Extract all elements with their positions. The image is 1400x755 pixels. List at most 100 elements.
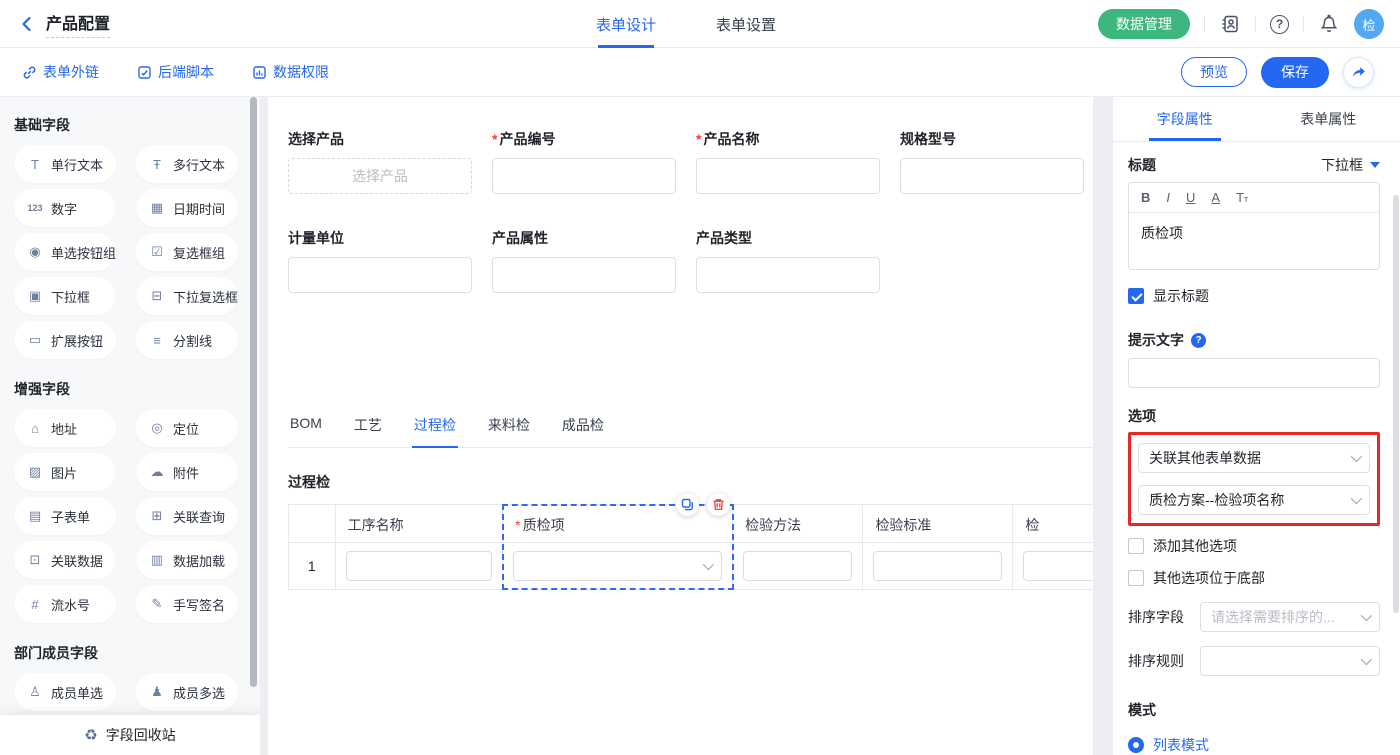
field-spec-model[interactable]: 规格型号: [900, 129, 1084, 194]
sidebar-item-address[interactable]: ⌂地址: [14, 409, 116, 447]
column-inspect-method[interactable]: 检验方法: [733, 505, 863, 589]
product-name-input[interactable]: [696, 158, 880, 194]
inspect-standard-input[interactable]: [873, 551, 1002, 581]
add-other-option-checkbox[interactable]: 添加其他选项: [1128, 536, 1380, 556]
sidebar-item-radio-group[interactable]: ◉单选按钮组: [14, 233, 116, 271]
tab-process-inspection[interactable]: 过程检: [412, 415, 458, 447]
spec-model-input[interactable]: [900, 158, 1084, 194]
italic-button[interactable]: I: [1166, 190, 1170, 205]
sidebar-item-data-load[interactable]: ▥数据加载: [136, 541, 238, 579]
tab-form-settings[interactable]: 表单设置: [716, 0, 776, 48]
tab-form-design[interactable]: 表单设计: [596, 0, 656, 48]
sidebar-item-linked-data[interactable]: ⊡关联数据: [14, 541, 116, 579]
data-permission-link[interactable]: 数据权限: [252, 62, 329, 82]
field-product-code[interactable]: 产品编号: [492, 129, 676, 194]
font-size-button[interactable]: T: [1236, 190, 1248, 205]
chevron-left-icon: [18, 15, 36, 33]
radio-selected-icon[interactable]: [1128, 737, 1144, 753]
divider: [1303, 16, 1304, 32]
process-name-input[interactable]: [346, 551, 493, 581]
user-avatar[interactable]: 检: [1354, 9, 1384, 39]
option-field-select[interactable]: 质检方案--检验项名称: [1138, 485, 1370, 515]
field-product-attr[interactable]: 产品属性: [492, 228, 676, 293]
tab-finished-inspection[interactable]: 成品检: [560, 415, 606, 447]
clipped-input[interactable]: [1023, 551, 1093, 581]
field-product-name[interactable]: 产品名称: [696, 129, 880, 194]
sidebar-item-member-single[interactable]: ♙成员单选: [14, 673, 116, 711]
sidebar-item-datetime[interactable]: ▦日期时间: [136, 189, 238, 227]
field-type-select[interactable]: 下拉框: [1321, 155, 1380, 175]
tab-bom[interactable]: BOM: [288, 415, 324, 447]
sidebar-item-member-multi[interactable]: ♟成员多选: [136, 673, 238, 711]
help-icon[interactable]: ?: [1270, 15, 1289, 34]
show-title-checkbox[interactable]: 显示标题: [1128, 286, 1380, 306]
back-button[interactable]: [18, 15, 36, 33]
column-quality-item-selected[interactable]: 质检项: [503, 505, 733, 589]
field-select-product[interactable]: 选择产品 选择产品: [288, 129, 472, 194]
page-title[interactable]: 产品配置: [46, 10, 110, 38]
product-attr-input[interactable]: [492, 257, 676, 293]
sidebar-item-location[interactable]: ◎定位: [136, 409, 238, 447]
unit-input[interactable]: [288, 257, 472, 293]
inspect-method-input[interactable]: [743, 551, 852, 581]
field-product-type[interactable]: 产品类型: [696, 228, 880, 293]
checkbox-unchecked-icon[interactable]: [1128, 570, 1144, 586]
tab-incoming-inspection[interactable]: 来料检: [486, 415, 532, 447]
dropdown-icon: ▣: [26, 288, 44, 304]
backend-script-link[interactable]: 后端脚本: [137, 62, 214, 82]
underline-button[interactable]: U: [1186, 190, 1195, 205]
preview-button[interactable]: 预览: [1181, 57, 1247, 87]
linked-query-icon: ⊞: [148, 508, 166, 524]
sidebar-item-linked-query[interactable]: ⊞关联查询: [136, 497, 238, 535]
sidebar-item-single-line-text[interactable]: T单行文本: [14, 145, 116, 183]
column-inspect-standard[interactable]: 检验标准: [863, 505, 1013, 589]
data-manage-button[interactable]: 数据管理: [1098, 9, 1190, 39]
field-unit[interactable]: 计量单位: [288, 228, 472, 293]
sidebar-item-image[interactable]: ▨图片: [14, 453, 116, 491]
hint-text-input[interactable]: [1128, 358, 1380, 388]
help-tooltip-icon[interactable]: ?: [1191, 333, 1206, 348]
sidebar-item-signature[interactable]: ✎手写签名: [136, 585, 238, 623]
save-button[interactable]: 保存: [1261, 57, 1329, 88]
font-color-button[interactable]: A: [1211, 190, 1220, 205]
sidebar-item-number[interactable]: 123数字: [14, 189, 116, 227]
sidebar-item-extend-button[interactable]: ▭扩展按钮: [14, 321, 116, 359]
sidebar-item-multi-line-text[interactable]: Ŧ多行文本: [136, 145, 238, 183]
field-recycle-bin[interactable]: ♻ 字段回收站: [0, 715, 260, 755]
bold-button[interactable]: B: [1141, 190, 1150, 205]
mode-list-radio[interactable]: 列表模式: [1128, 735, 1380, 755]
quality-item-select[interactable]: [513, 551, 722, 581]
product-code-input[interactable]: [492, 158, 676, 194]
checkbox-unchecked-icon[interactable]: [1128, 538, 1144, 554]
share-button[interactable]: [1343, 57, 1374, 88]
notification-bell-icon[interactable]: [1318, 13, 1340, 35]
sidebar-item-subform[interactable]: ▤子表单: [14, 497, 116, 535]
sort-field-select[interactable]: 请选择需要排序的...: [1200, 602, 1380, 632]
tab-form-properties[interactable]: 表单属性: [1257, 97, 1400, 141]
sidebar-item-multi-dropdown[interactable]: ⊟下拉复选框: [136, 277, 238, 315]
multi-dropdown-icon: ⊟: [148, 288, 166, 304]
sidebar-scrollbar[interactable]: [250, 97, 257, 687]
sidebar-item-serial-number[interactable]: #流水号: [14, 585, 116, 623]
form-external-link[interactable]: 表单外链: [22, 62, 99, 82]
sidebar-item-attachment[interactable]: ☁附件: [136, 453, 238, 491]
tab-field-properties[interactable]: 字段属性: [1113, 97, 1257, 141]
panel-scrollbar[interactable]: [1393, 195, 1399, 613]
sidebar-item-divider[interactable]: ≡分割线: [136, 321, 238, 359]
select-product-button[interactable]: 选择产品: [288, 158, 472, 194]
hint-label: 提示文字: [1128, 330, 1184, 350]
sidebar-item-dropdown[interactable]: ▣下拉框: [14, 277, 116, 315]
contact-book-icon[interactable]: [1219, 13, 1241, 35]
sidebar-item-checkbox-group[interactable]: ☑复选框组: [136, 233, 238, 271]
delete-column-button[interactable]: [707, 493, 730, 516]
title-value-input[interactable]: 质检项: [1129, 213, 1379, 269]
option-source-select[interactable]: 关联其他表单数据: [1138, 443, 1370, 473]
checkbox-checked-icon[interactable]: [1128, 288, 1144, 304]
other-option-bottom-checkbox[interactable]: 其他选项位于底部: [1128, 568, 1380, 588]
column-process-name[interactable]: 工序名称: [336, 505, 504, 589]
copy-column-button[interactable]: [676, 493, 699, 516]
column-clipped[interactable]: 检: [1013, 505, 1093, 589]
sort-rule-select[interactable]: [1200, 646, 1380, 676]
tab-craft[interactable]: 工艺: [352, 415, 384, 447]
product-type-input[interactable]: [696, 257, 880, 293]
